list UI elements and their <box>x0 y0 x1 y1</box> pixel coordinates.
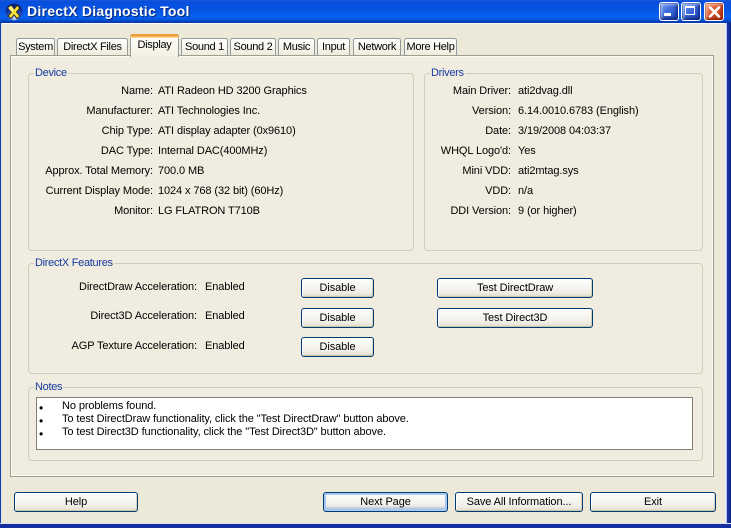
directx-features-groupbox: DirectX Features DirectDraw Acceleration… <box>28 257 703 374</box>
disable-directdraw-button[interactable]: Disable <box>301 278 374 298</box>
display-tab-page: Device Name: ATI Radeon HD 3200 Graphics … <box>10 55 714 477</box>
drivers-group-title: Drivers <box>430 67 465 80</box>
note-line: • No problems found. <box>39 399 157 415</box>
titlebar-underline <box>0 23 731 24</box>
maximize-icon <box>685 6 695 15</box>
title-bar[interactable]: DirectX Diagnostic Tool <box>0 0 731 23</box>
drivers-groupbox: Drivers Main Driver: ati2dvag.dll Version… <box>424 67 703 251</box>
minimize-button[interactable] <box>659 2 679 21</box>
tab-sound-1[interactable]: Sound 1 <box>181 38 228 55</box>
dxdiag-window: DirectX Diagnostic Tool System DirectX F… <box>0 0 731 529</box>
notes-text-area[interactable]: • No problems found. • To test DirectDraw … <box>36 397 693 450</box>
tab-directx-files[interactable]: DirectX Files <box>57 38 128 55</box>
test-direct3d-button[interactable]: Test Direct3D <box>437 308 593 328</box>
tab-more-help[interactable]: More Help <box>404 38 457 55</box>
next-page-button[interactable]: Next Page <box>323 492 448 512</box>
window-title: DirectX Diagnostic Tool <box>27 3 190 19</box>
note-line: • To test DirectDraw functionality, click… <box>39 412 409 428</box>
disable-agp-button[interactable]: Disable <box>301 337 374 357</box>
directx-icon <box>5 3 23 21</box>
tab-input[interactable]: Input <box>317 38 350 55</box>
close-button[interactable] <box>704 2 724 21</box>
window-border-bottom <box>0 523 731 529</box>
tab-display[interactable]: Display <box>130 34 179 57</box>
tab-network[interactable]: Network <box>353 38 401 55</box>
disable-direct3d-button[interactable]: Disable <box>301 308 374 328</box>
device-groupbox: Device Name: ATI Radeon HD 3200 Graphics … <box>28 67 414 251</box>
notes-group-title: Notes <box>34 381 64 394</box>
maximize-button[interactable] <box>681 2 701 21</box>
help-button[interactable]: Help <box>14 492 138 512</box>
tab-system[interactable]: System <box>16 38 55 55</box>
notes-groupbox: Notes • No problems found. • To test Direc… <box>28 381 703 461</box>
minimize-icon <box>664 13 671 16</box>
exit-button[interactable]: Exit <box>590 492 716 512</box>
window-border-right <box>725 23 731 529</box>
close-icon <box>708 6 721 18</box>
window-border-left <box>0 23 3 529</box>
save-all-information-button[interactable]: Save All Information... <box>455 492 583 512</box>
tab-sound-2[interactable]: Sound 2 <box>230 38 276 55</box>
note-line: • To test Direct3D functionality, click t… <box>39 425 386 441</box>
tab-music[interactable]: Music <box>278 38 315 55</box>
device-group-title: Device <box>34 67 68 80</box>
features-group-title: DirectX Features <box>34 257 114 270</box>
test-directdraw-button[interactable]: Test DirectDraw <box>437 278 593 298</box>
